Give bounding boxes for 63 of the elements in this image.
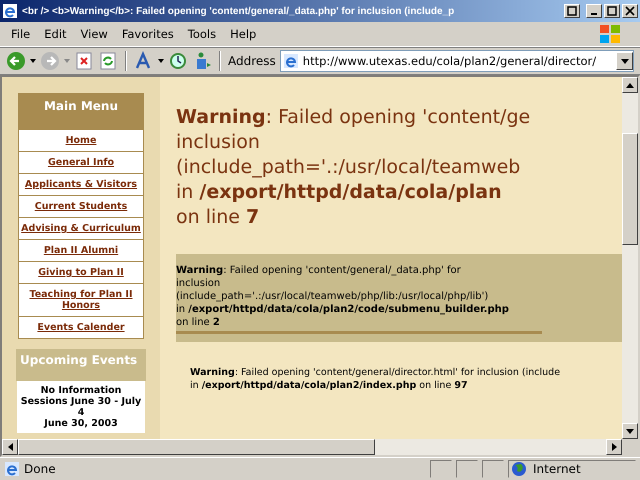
window-title: <br /> <b>Warning</b>: Failed opening 'content/general/_data.php' for inclusion (include_p bbox=[22, 6, 456, 16]
scroll-right-icon[interactable] bbox=[612, 443, 616, 451]
warning-text: on line 2 bbox=[176, 316, 542, 334]
warning-text: (include_path='.:/usr/local/teamweb/php/lib:/usr/local/php/lib') bbox=[176, 290, 490, 303]
sidebar-link[interactable]: Plan II Alumni bbox=[19, 239, 143, 261]
minimize-icon bbox=[591, 13, 597, 15]
menu-item[interactable]: Favorites bbox=[114, 27, 181, 41]
globe-icon bbox=[511, 461, 527, 477]
event-text: June 30, 2003 bbox=[42, 418, 119, 429]
warning-text: in /export/httpd/data/cola/plan2/index.php on line 97 bbox=[190, 379, 469, 392]
window-icon bbox=[567, 6, 577, 16]
sidebar-link[interactable]: Teaching for Plan II Honors bbox=[19, 283, 143, 316]
back-icon[interactable] bbox=[6, 51, 26, 71]
zone-text: Internet bbox=[533, 462, 581, 476]
sidebar-link[interactable]: Applicants & Visitors bbox=[19, 173, 143, 195]
address-field[interactable]: http://www.utexas.edu/cola/plan2/general/director/ bbox=[280, 50, 634, 72]
sidebar-link[interactable]: General Info bbox=[19, 151, 143, 173]
maximize-button[interactable] bbox=[604, 4, 620, 18]
page-icon bbox=[282, 53, 299, 69]
address-label: Address bbox=[228, 54, 276, 68]
warning-text: inclusion bbox=[176, 277, 222, 290]
scroll-left-icon[interactable] bbox=[8, 443, 12, 451]
warning-text: in /export/httpd/data/cola/plan bbox=[176, 180, 503, 205]
caret-icon bbox=[620, 58, 628, 64]
menu-heading: Main Menu bbox=[19, 94, 143, 129]
sidebar-link[interactable]: Events Calender bbox=[19, 316, 143, 338]
stop-icon[interactable] bbox=[74, 51, 94, 71]
windows-logo-icon bbox=[598, 22, 622, 46]
sidebar-link[interactable]: Giving to Plan II bbox=[19, 261, 143, 283]
caret-icon[interactable] bbox=[158, 59, 164, 63]
warning-text: Warning: Failed opening 'content/ge bbox=[176, 105, 532, 130]
warning-text: inclusion bbox=[176, 130, 261, 155]
menu-item[interactable]: File bbox=[4, 27, 38, 41]
restore-button[interactable] bbox=[564, 4, 580, 18]
warning-text: Warning: Failed opening 'content/general/_data.php' for bbox=[176, 264, 462, 277]
browser-icon bbox=[2, 3, 18, 19]
menu-item[interactable]: Help bbox=[223, 27, 264, 41]
page-icon bbox=[4, 461, 20, 477]
vertical-scrollbar[interactable] bbox=[622, 77, 638, 439]
events-heading: Upcoming Events bbox=[16, 349, 146, 381]
warning-text: in /export/httpd/data/cola/plan2/code/submenu_builder.php bbox=[176, 303, 510, 316]
minimize-button[interactable] bbox=[586, 4, 602, 18]
sidebar-link[interactable]: Advising & Curriculum bbox=[19, 217, 143, 239]
close-icon bbox=[625, 6, 635, 16]
sidebar-link[interactable]: Home bbox=[19, 129, 143, 151]
sidebar-link[interactable]: Current Students bbox=[19, 195, 143, 217]
menu-item[interactable]: Tools bbox=[180, 27, 224, 41]
scroll-down-icon[interactable] bbox=[626, 428, 634, 434]
warning-text: on line 7 bbox=[176, 205, 260, 230]
dropdown-button[interactable] bbox=[616, 52, 633, 70]
close-button[interactable] bbox=[622, 4, 638, 18]
status-text: Done bbox=[24, 462, 57, 476]
warning-text: (include_path='.:/usr/local/teamweb bbox=[176, 155, 522, 180]
event-text: No Information Sessions June 30 - July 4 bbox=[20, 385, 142, 418]
history-icon[interactable] bbox=[168, 51, 188, 71]
refresh-icon[interactable] bbox=[98, 51, 118, 71]
scroll-up-icon[interactable] bbox=[626, 82, 634, 88]
menu-item[interactable]: View bbox=[74, 27, 115, 41]
menu-item[interactable]: Edit bbox=[37, 27, 74, 41]
caret-icon[interactable] bbox=[30, 59, 36, 63]
horizontal-scrollbar[interactable] bbox=[2, 439, 622, 455]
warning-text: Warning: Failed opening 'content/general/director.html' for inclusion (include bbox=[190, 366, 562, 379]
maximize-icon bbox=[607, 6, 617, 16]
